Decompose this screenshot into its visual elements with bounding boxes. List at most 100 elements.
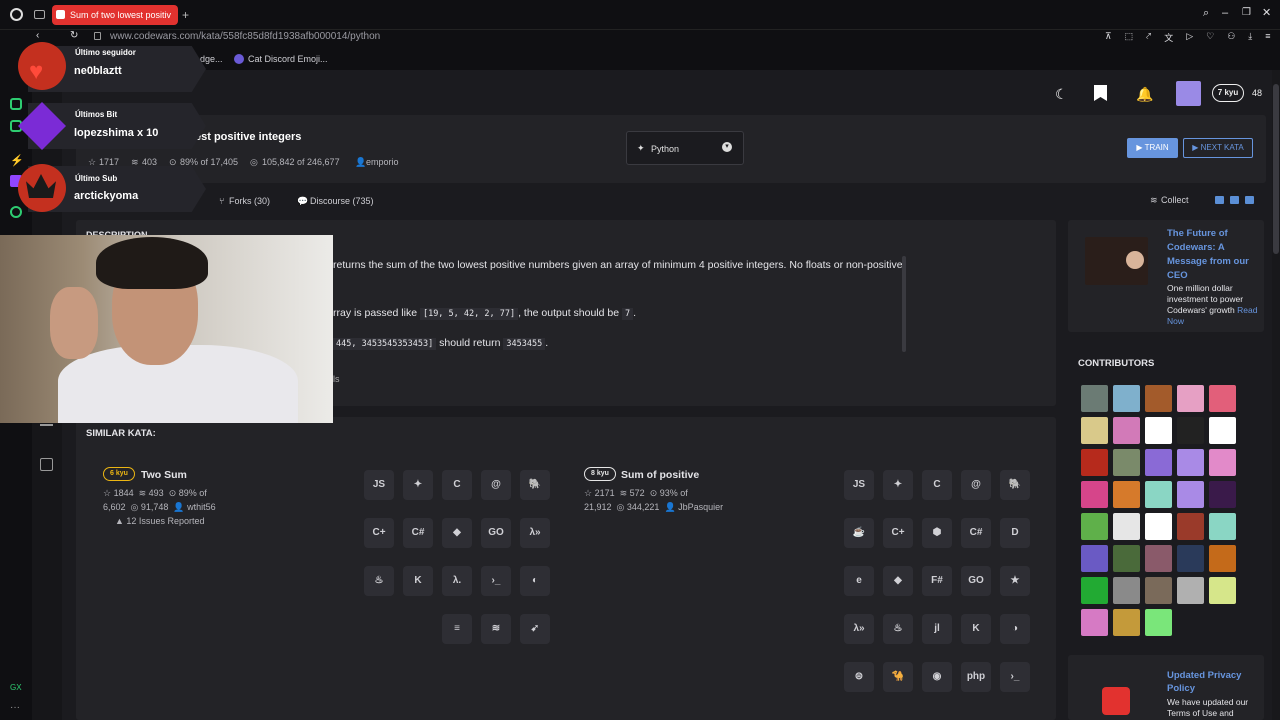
contributor-avatar[interactable] xyxy=(1209,449,1236,476)
contributor-avatar[interactable] xyxy=(1177,385,1204,412)
contributor-avatar[interactable] xyxy=(1113,449,1140,476)
search-tabs-icon[interactable]: ⌕ xyxy=(1203,7,1209,20)
contributor-avatar[interactable] xyxy=(1113,513,1140,540)
ocaml-icon[interactable]: 🐪 xyxy=(883,662,913,692)
user-avatar[interactable] xyxy=(1176,81,1201,106)
powershell-icon[interactable]: ›_ xyxy=(1000,662,1030,692)
elixir-icon[interactable]: 🐘 xyxy=(1000,470,1030,500)
erlang-icon[interactable]: e xyxy=(844,566,874,596)
contributor-avatar[interactable] xyxy=(1209,577,1236,604)
c-icon[interactable]: C xyxy=(442,470,472,500)
java-icon[interactable]: ♨ xyxy=(364,566,394,596)
js-icon[interactable]: JS xyxy=(364,470,394,500)
swift-icon[interactable]: ➹ xyxy=(520,614,550,644)
contributor-avatar[interactable] xyxy=(1177,513,1204,540)
news-title[interactable]: The Future of Codewars: A Message from o… xyxy=(1167,227,1257,283)
similar-kata-name[interactable]: Two Sum xyxy=(141,469,187,481)
more-icon[interactable]: ··· xyxy=(10,702,20,713)
contributor-avatar[interactable] xyxy=(1145,513,1172,540)
contributor-avatar[interactable] xyxy=(1081,449,1108,476)
nasm-icon[interactable]: ⊜ xyxy=(844,662,874,692)
perl-icon[interactable]: ◉ xyxy=(922,662,952,692)
train-button[interactable]: ▶ TRAIN xyxy=(1127,138,1178,158)
translate-icon[interactable]: 文 xyxy=(1164,31,1173,43)
bookmark-item[interactable]: dge... xyxy=(200,54,223,64)
contributor-avatar[interactable] xyxy=(1145,417,1172,444)
contributor-avatar[interactable] xyxy=(1081,481,1108,508)
reload-icon[interactable]: ↻ xyxy=(70,30,78,41)
contributor-avatar[interactable] xyxy=(1113,609,1140,636)
php-icon[interactable]: php xyxy=(961,662,991,692)
bookmark-item[interactable]: Cat Discord Emoji... xyxy=(248,54,328,64)
next-kata-button[interactable]: ▶ NEXT KATA xyxy=(1183,138,1253,158)
elixir-icon[interactable]: 🐘 xyxy=(520,470,550,500)
docs-icon[interactable] xyxy=(40,458,53,471)
contributor-avatar[interactable] xyxy=(1145,481,1172,508)
gx-icon[interactable]: GX xyxy=(10,683,22,692)
description-scrollbar[interactable] xyxy=(902,256,906,352)
groovy-icon[interactable]: ★ xyxy=(1000,566,1030,596)
lock-icon[interactable] xyxy=(94,32,101,40)
contributor-avatar[interactable] xyxy=(1113,385,1140,412)
elm-icon[interactable]: ◆ xyxy=(442,518,472,548)
author-name[interactable]: emporio xyxy=(366,157,399,167)
download-icon[interactable]: ⤓ xyxy=(1248,31,1252,43)
raku-icon[interactable]: ◐ xyxy=(520,566,550,596)
contributor-avatar[interactable] xyxy=(1113,577,1140,604)
haskell-icon[interactable]: λ» xyxy=(520,518,550,548)
play-icon[interactable]: ▷ xyxy=(1186,31,1193,43)
haskell-icon[interactable]: λ» xyxy=(844,614,874,644)
contributor-avatar[interactable] xyxy=(1209,513,1236,540)
restore-icon[interactable]: ❐ xyxy=(1242,7,1251,18)
share-icon[interactable]: ⤤ xyxy=(1146,31,1151,43)
c-icon[interactable]: C xyxy=(922,470,952,500)
stat-value[interactable]: JbPasquier xyxy=(678,502,723,512)
contributor-avatar[interactable] xyxy=(1113,481,1140,508)
url-input[interactable]: www.codewars.com/kata/558fc85d8fd1938afb… xyxy=(110,31,380,42)
facebook-icon[interactable] xyxy=(1245,196,1254,204)
cpp-icon[interactable]: C+ xyxy=(364,518,394,548)
contributor-avatar[interactable] xyxy=(1081,513,1108,540)
contributor-avatar[interactable] xyxy=(1209,417,1236,444)
similar-kata-name[interactable]: Sum of positive xyxy=(621,469,699,481)
new-tab-icon[interactable]: + xyxy=(182,8,189,22)
contributor-avatar[interactable] xyxy=(1209,385,1236,412)
collect-button[interactable]: Collect xyxy=(1161,195,1189,205)
contributor-avatar[interactable] xyxy=(1081,609,1108,636)
page-scrollbar-thumb[interactable] xyxy=(1273,84,1279,254)
issues-reported[interactable]: ▲ 12 Issues Reported xyxy=(115,516,204,526)
contributor-avatar[interactable] xyxy=(1177,417,1204,444)
crystal2-icon[interactable]: ⬢ xyxy=(922,518,952,548)
lua-icon[interactable]: ◑ xyxy=(1000,614,1030,644)
account-icon[interactable]: ⚇ xyxy=(1227,31,1235,43)
kotlin-icon[interactable]: K xyxy=(403,566,433,596)
contributor-avatar[interactable] xyxy=(1177,545,1204,572)
tab-forks[interactable]: Forks (30) xyxy=(229,196,270,206)
java-icon[interactable]: ♨ xyxy=(883,614,913,644)
opera-logo-icon[interactable] xyxy=(10,8,23,21)
contributor-avatar[interactable] xyxy=(1081,385,1108,412)
heart-icon[interactable]: ♡ xyxy=(1206,31,1214,43)
contributor-avatar[interactable] xyxy=(1081,417,1108,444)
chevron-down-icon[interactable]: ▾ xyxy=(722,142,732,152)
r-icon[interactable]: ≡ xyxy=(442,614,472,644)
menu-icon[interactable]: ≡ xyxy=(1265,31,1270,43)
contributor-avatar[interactable] xyxy=(1145,577,1172,604)
contributor-avatar[interactable] xyxy=(1113,545,1140,572)
cpp-icon[interactable]: C+ xyxy=(883,518,913,548)
contributor-avatar[interactable] xyxy=(1209,481,1236,508)
stat-value[interactable]: wthit56 xyxy=(187,502,216,512)
contributor-avatar[interactable] xyxy=(1209,545,1236,572)
pin-icon[interactable]: ⊼ xyxy=(1105,31,1112,43)
fsharp-icon[interactable]: F# xyxy=(922,566,952,596)
contributor-avatar[interactable] xyxy=(1081,577,1108,604)
contributor-avatar[interactable] xyxy=(1145,449,1172,476)
email-icon[interactable] xyxy=(1215,196,1224,204)
scala-icon[interactable]: ≋ xyxy=(481,614,511,644)
twitter-icon[interactable] xyxy=(1230,196,1239,204)
tab-discourse[interactable]: Discourse (735) xyxy=(310,196,374,206)
contributor-avatar[interactable] xyxy=(1177,577,1204,604)
contributor-avatar[interactable] xyxy=(1113,417,1140,444)
close-icon[interactable]: ✕ xyxy=(1262,6,1271,19)
notifications-icon[interactable]: 🔔 xyxy=(1136,86,1153,103)
